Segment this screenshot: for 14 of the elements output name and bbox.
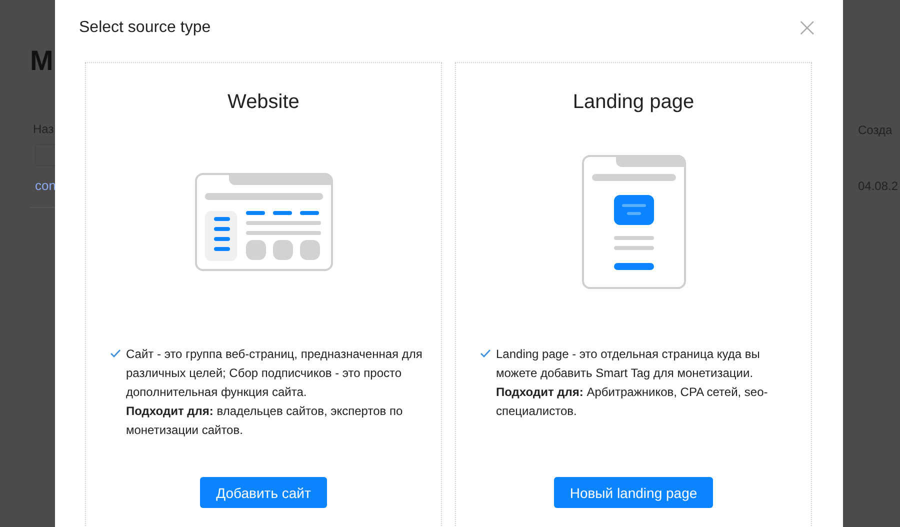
- card-title: Landing page: [572, 91, 694, 115]
- modal-title: Select source type: [79, 19, 211, 37]
- card-description: Landing page - это отдельная страница куда вы можете добавить Smart Tag для монетизации.: [496, 346, 761, 382]
- new-landing-button[interactable]: Новый landing page: [554, 477, 714, 508]
- audience-text: Подходит для: владельцев сайтов, экспертов по монетизации сайтов.: [126, 403, 404, 439]
- card-title: Website: [228, 91, 300, 115]
- audience-text: Подходит для: Арбитражников, CPA сетей, seo-специалистов.: [496, 384, 769, 420]
- close-button[interactable]: ×: [796, 17, 818, 39]
- add-site-button[interactable]: Добавить сайт: [200, 477, 327, 508]
- page-heading: М: [30, 44, 54, 78]
- card-description: Сайт - это группа веб-страниц, предназначенная для различных целей; Сбор подписчиков - это просто дополнительная функция сайта.: [126, 346, 424, 401]
- check-icon: [480, 349, 491, 358]
- check-icon: [110, 349, 121, 358]
- table-link[interactable]: con: [35, 178, 55, 193]
